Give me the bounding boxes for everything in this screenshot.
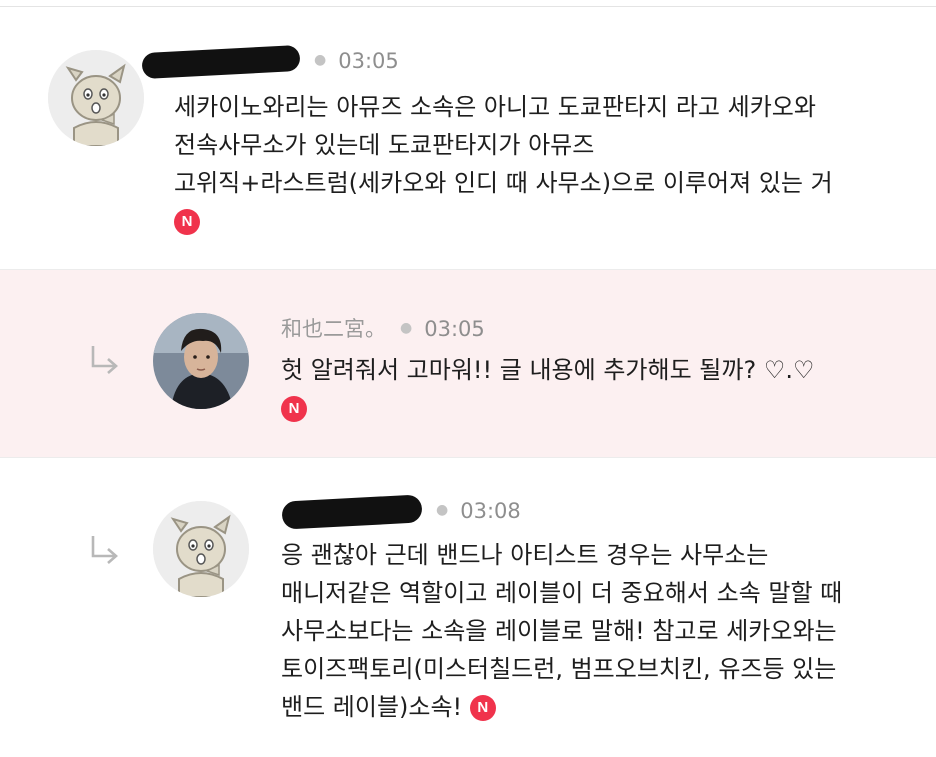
dog-avatar-icon[interactable] [153,501,249,597]
new-badge-icon: N [469,695,496,721]
comment-meta: ● 03:05 [141,44,399,80]
comment-line: 응 괜찮아 근데 밴드나 아티스트 경우는 사무소는 [281,541,769,569]
new-badge-icon: N [174,209,200,235]
comment-line: 헛 알려줘서 고마워!! 글 내용에 추가해도 될까? ♡.♡ [281,356,815,384]
dog-avatar-icon[interactable] [48,50,144,146]
author-name[interactable]: 和也二宮。 [281,317,386,341]
comment-line: 사무소보다는 소속을 레이블로 말해! 참고로 세카오와는 [281,617,837,645]
comment-item-highlighted: 和也二宮。 ● 03:05 헛 알려줘서 고마워!! 글 내용에 추가해도 될까? … [0,269,936,458]
comment-meta: ● 03:08 [281,494,521,530]
comment-item: ● 03:08 응 괜찮아 근데 밴드나 아티스트 경우는 사무소는 매니저같은 … [0,458,936,757]
comment-line: 세카이노와리는 아뮤즈 소속은 아니고 도쿄판타지 라고 세카오와 [174,93,816,121]
comment-line: 고위직+라스트럼(세카오와 인디 때 사무소)으로 이루어져 있는 거 [174,169,833,197]
comment-body: 헛 알려줘서 고마워!! 글 내용에 추가해도 될까? ♡.♡ N [281,351,814,427]
profile-photo-avatar[interactable] [153,313,249,409]
comment-body: 응 괜찮아 근데 밴드나 아티스트 경우는 사무소는 매니저같은 역할이고 레이… [281,536,842,726]
comment-line: 매니저같은 역할이고 레이블이 더 중요해서 소속 말할 때 [281,579,843,607]
new-badge-icon: N [281,396,307,422]
comment-line: 토이즈팩토리(미스터칠드런, 범프오브치킨, 유즈등 있는 [281,655,837,683]
redacted-author [281,494,423,530]
comment-body: 세카이노와리는 아뮤즈 소속은 아니고 도쿄판타지 라고 세카오와 전속사무소가… [174,88,833,240]
reply-arrow-icon [91,536,118,564]
reply-arrow-icon [91,346,118,374]
comment-time: 03:05 [338,49,399,73]
redacted-author [141,44,301,80]
comment-line: 밴드 레이블)소속! [281,693,463,721]
comment-line: 전속사무소가 있는데 도쿄판타지가 아뮤즈 [174,131,595,159]
comment-time: 03:05 [424,317,485,341]
comment-time: 03:08 [460,499,521,523]
comment-meta: 和也二宮。 ● 03:05 [281,317,485,341]
comment-item: ● 03:05 세카이노와리는 아뮤즈 소속은 아니고 도쿄판타지 라고 세카오와… [0,7,936,269]
